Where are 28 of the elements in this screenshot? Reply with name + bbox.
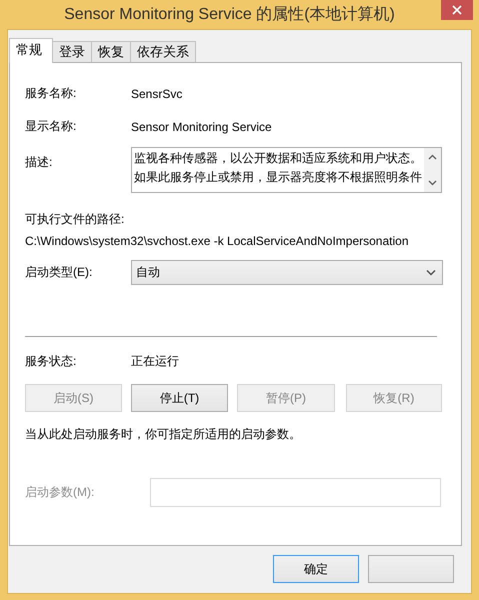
chevron-down-icon [426, 269, 436, 276]
tab[interactable]: 恢复 [91, 41, 131, 62]
close-icon [452, 5, 462, 15]
field-label: 服务状态: [25, 353, 78, 370]
dialog-button[interactable]: 确定 [273, 555, 359, 583]
startup-type-dropdown[interactable]: 自动 [131, 260, 443, 285]
hint-text: 当从此处启动服务时，你可指定所适用的启动参数。 [25, 426, 302, 443]
field-label: 显示名称: [25, 118, 78, 135]
scroll-up-icon[interactable] [428, 154, 437, 160]
window-title: Sensor Monitoring Service 的属性(本地计算机) [64, 4, 395, 25]
path-text: C:\Windows\system32\svchost.exe -k LocalServiceAndNoImpersonation [25, 234, 410, 248]
status-value: 正在运行 [131, 353, 179, 370]
field-value: Sensor Monitoring Service [131, 120, 272, 134]
tab[interactable]: 依存关系 [130, 41, 196, 62]
description-box[interactable]: 监视各种传感器，以公开数据和适应系统和用户状态。 如果此服务停止或禁用，显示器亮度将不根据照明条件 [131, 147, 442, 193]
tab[interactable]: 常规 [9, 38, 53, 63]
scrollbar[interactable] [424, 148, 441, 192]
scroll-down-icon[interactable] [428, 180, 437, 186]
field-label: 启动类型(E): [25, 264, 94, 281]
service-button[interactable]: 停止(T) [131, 384, 228, 412]
field-label: 可执行文件的路径: [25, 211, 126, 228]
field-label: 启动参数(M): [25, 484, 96, 501]
close-button[interactable] [441, 0, 473, 20]
field-value: SensrSvc [131, 86, 182, 100]
field-label: 服务名称: [25, 85, 78, 102]
field-label: 描述: [25, 154, 54, 171]
tab[interactable]: 登录 [52, 41, 92, 62]
description-text: 监视各种传感器，以公开数据和适应系统和用户状态。 如果此服务停止或禁用，显示器亮度将不根据照明条件 [133, 150, 423, 186]
